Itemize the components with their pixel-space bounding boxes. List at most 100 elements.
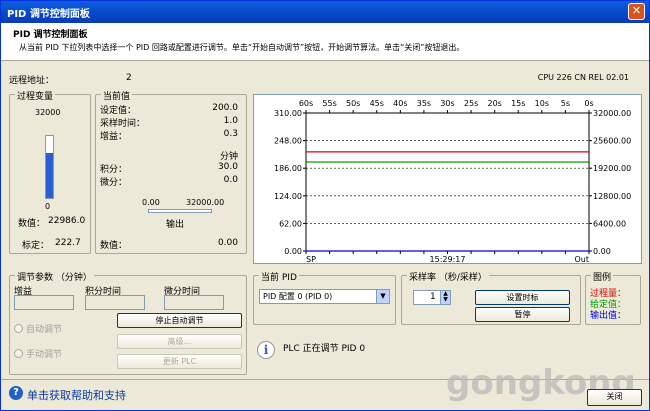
time-tick-label: 55s [322,99,336,108]
remote-address-value: 2 [126,73,132,83]
pv-value: 22986.0 [48,216,86,226]
left-axis-tick-label: 186.00 [274,164,302,173]
tuning-params-title: 调节参数 （分钟） [15,270,94,283]
current-pid-title: 当前 PID [259,270,299,283]
sample-time-label: 采样时间： [100,119,146,129]
legend-item-out: 输出值： [590,311,627,321]
output-label: 输出 [166,220,185,230]
time-tick-label: 0s [584,99,593,108]
sample-rate-group: 采样率 （秒/采样） 1 ▲ ▼ 设置时标 暂停 [401,270,581,325]
update-plc-button[interactable]: 更新 PLC [117,354,242,369]
process-variable-group: 过程变量 32000 0 数值： 22986.0 标定： 222.7 [9,89,91,254]
close-window-button[interactable]: ✕ [628,3,645,20]
pv-bar-track [45,135,54,199]
remote-address-label: 远程地址： [9,76,55,86]
trend-chart: 60s 55s 50s 45s 40s 35s 30s 25s 20s 15s 10s 5s 0s 310… [253,94,642,264]
pv-scale-max: 32000 [35,108,61,117]
pid-select[interactable]: PID 配置 0 (PID 0) ▼ [259,289,390,304]
left-axis-tick-label: 0.00 [284,247,302,256]
right-axis-tick-label: 25600.00 [593,137,631,146]
sample-time-value: 1.0 [223,116,238,126]
pv-value-label: 数值： [18,219,46,229]
output-bar [148,209,212,213]
auto-tune-radio[interactable] [14,324,23,333]
right-axis-tick-label: 6400.00 [593,219,626,228]
sample-rate-value: 1 [430,292,436,302]
set-time-scale-button[interactable]: 设置时标 [475,290,570,305]
time-tick-label: 10s [535,99,549,108]
pid-select-value: PID 配置 0 (PID 0) [263,292,333,301]
help-icon[interactable]: ? [9,386,23,400]
cpu-info: CPU 226 CN REL 02.01 [537,73,629,82]
time-tick-label: 30s [440,99,454,108]
current-values-group: 当前值 设定值： 200.0 采样时间： 1.0 增益： 0.3 分钟 积分： … [95,89,247,254]
derivative-value: 0.0 [223,175,238,185]
integral-value: 30.0 [217,162,238,172]
integral-label: 积分： [100,165,128,175]
minutes-label: 分钟 [219,152,238,162]
spinner-arrows-icon[interactable]: ▲ ▼ [440,291,450,304]
pv-bar-fill [46,153,53,198]
current-pid-group: 当前 PID PID 配置 0 (PID 0) ▼ [253,270,396,325]
advanced-button[interactable]: 高级... [117,334,242,349]
pause-button[interactable]: 暂停 [475,307,570,322]
output-max: 32000.00 [186,198,225,207]
x-right-label: Out [574,255,589,263]
right-axis-tick-label: 19200.00 [593,164,631,173]
time-tick-label: 60s [299,99,313,108]
header-title: PID 调节控制面板 [13,30,88,40]
right-axis-tick-label: 32000.00 [593,109,631,118]
right-axis-tick-label: 12800.00 [593,192,631,201]
setpoint-label: 设定值： [100,106,137,116]
time-tick-label: 25s [464,99,478,108]
title-bar[interactable]: PID 调节控制面板 ✕ [1,1,649,23]
time-tick-label: 50s [346,99,360,108]
tuning-gain-field[interactable] [14,295,74,310]
left-axis-tick-label: 248.00 [274,137,302,146]
window-title: PID 调节控制面板 [7,9,90,20]
manual-tune-label: 手动调节 [26,350,63,360]
x-left-label: SP [306,255,316,263]
pid-status-text: PLC 正在调节 PID 0 [283,344,366,354]
right-axis-tick-label: 0.00 [593,247,611,256]
time-tick-label: 5s [561,99,570,108]
pv-scaled-label: 标定： [22,241,50,251]
time-tick-label: 45s [370,99,384,108]
tuning-derivative-field[interactable] [164,295,224,310]
sample-rate-title: 采样率 （秒/采样） [407,270,489,283]
output-value: 0.00 [217,238,238,248]
pv-scale-min: 0 [45,202,51,211]
tuning-integral-field[interactable] [85,295,145,310]
trend-chart-svg: 60s 55s 50s 45s 40s 35s 30s 25s 20s 15s 10s 5s 0s 310… [274,99,631,264]
time-tick-label: 35s [417,99,431,108]
time-tick-label: 20s [487,99,501,108]
setpoint-value: 200.0 [212,103,238,113]
left-axis-tick-label: 310.00 [274,109,302,118]
legend-group: 图例 过程量： 给定值： 输出值： [585,270,641,325]
x-center-label: 15:29:17 [430,255,466,263]
info-icon: i [257,341,275,359]
gain-value: 0.3 [223,129,238,139]
left-axis-tick-label: 124.00 [274,192,302,201]
stop-autotune-button[interactable]: 停止自动调节 [117,313,242,328]
gain-label: 增益： [100,132,128,142]
derivative-label: 微分： [100,178,128,188]
close-button[interactable]: 关闭 [587,389,642,406]
plot-area [305,112,590,252]
process-variable-title: 过程变量 [15,89,56,102]
header-panel: PID 调节控制面板 从当前 PID 下拉列表中选择一个 PID 回路或配置进行… [1,23,649,61]
header-description: 从当前 PID 下拉列表中选择一个 PID 回路或配置进行调节。单击“开始自动调… [19,43,465,52]
manual-tune-radio[interactable] [14,349,23,358]
legend-title: 图例 [591,270,614,283]
sample-rate-spinner[interactable]: 1 ▲ ▼ [413,290,451,305]
left-axis-tick-label: 62.00 [279,219,302,228]
pid-tuning-window: PID 调节控制面板 ✕ PID 调节控制面板 从当前 PID 下拉列表中选择一… [0,0,650,411]
output-min: 0.00 [142,198,160,207]
pv-scaled-value: 222.7 [55,238,81,248]
time-tick-label: 15s [511,99,525,108]
tuning-params-group: 调节参数 （分钟） 增益 积分时间 微分时间 自动调节 手动调节 停止自动调节 … [9,270,247,375]
time-tick-label: 40s [393,99,407,108]
help-link[interactable]: 单击获取帮助和支持 [27,387,126,403]
current-values-title: 当前值 [101,89,133,102]
chevron-down-icon[interactable]: ▼ [376,290,389,303]
